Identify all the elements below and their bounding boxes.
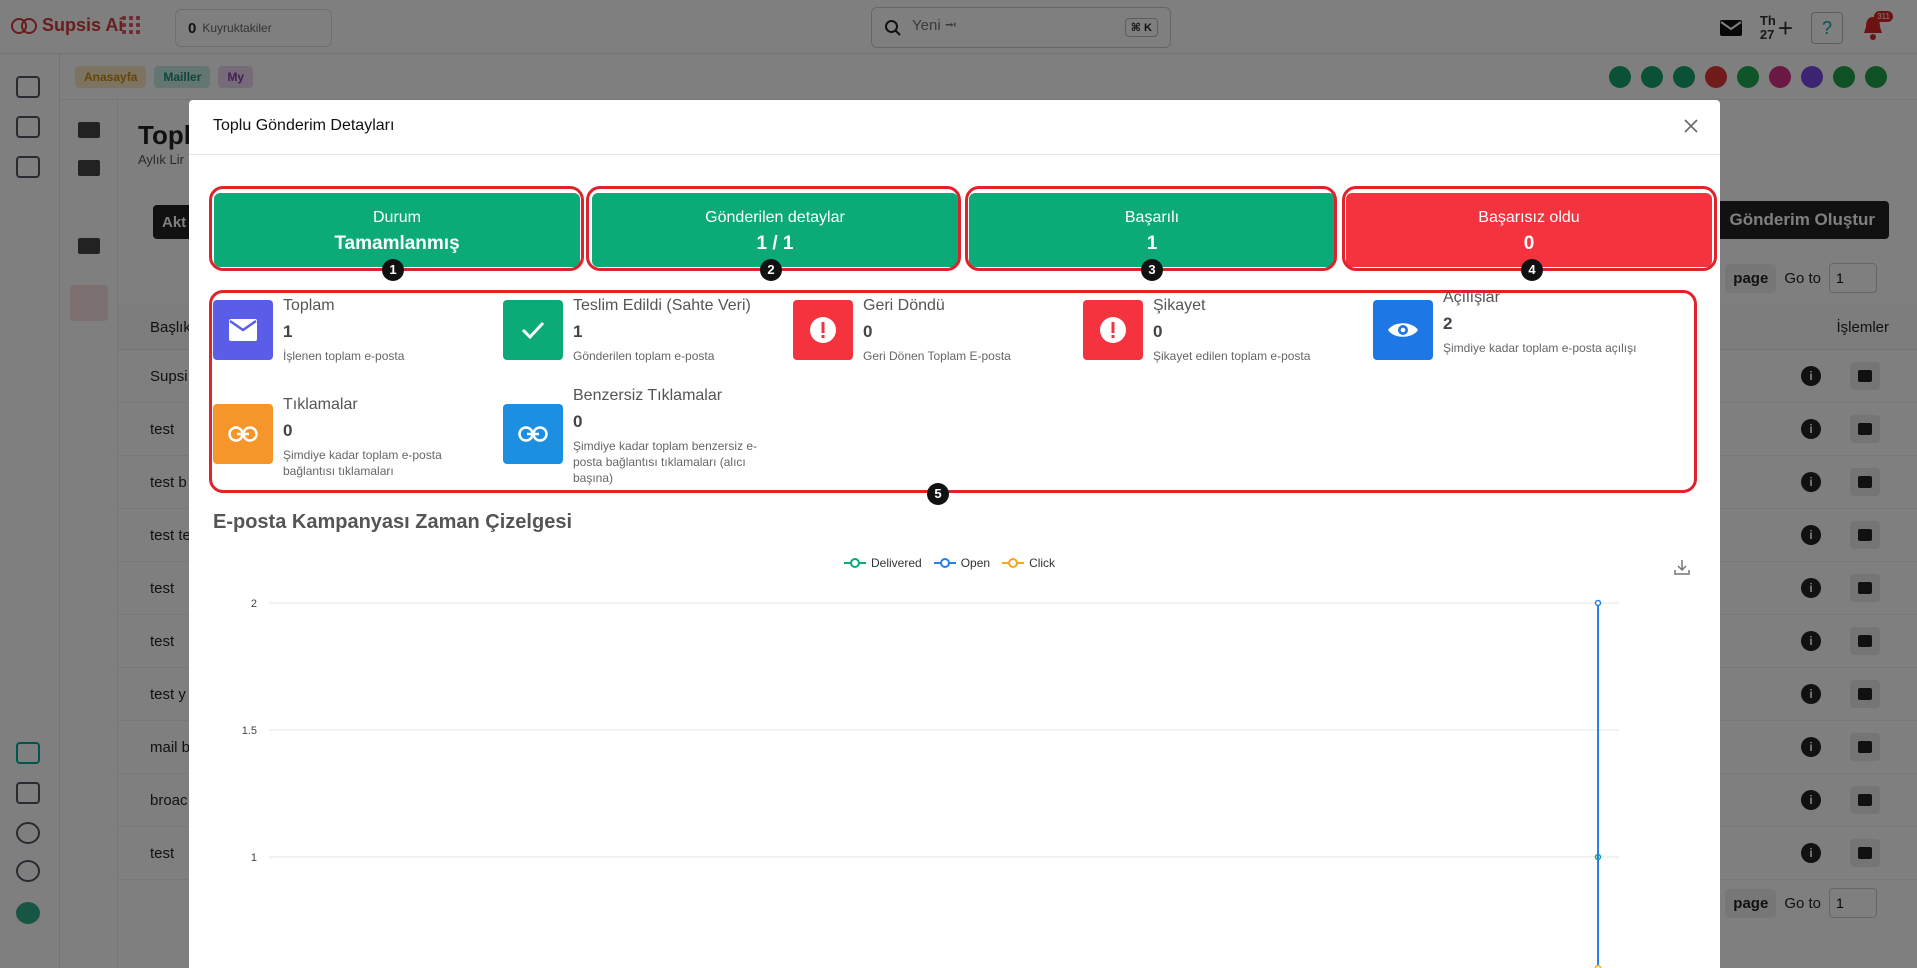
download-icon[interactable] — [1673, 558, 1691, 576]
y-tick-label: 1 — [251, 852, 257, 864]
legend-label: Open — [960, 556, 991, 570]
data-point-open[interactable] — [1594, 599, 1602, 607]
metric-delivered: Teslim Edildi (Sahte Veri) 1 Gönderilen … — [503, 297, 793, 375]
legend-item-delivered[interactable]: Delivered — [844, 556, 922, 570]
chart-legend: Delivered Open Click — [844, 556, 1055, 570]
close-icon[interactable] — [1680, 115, 1702, 137]
eye-icon — [1373, 300, 1433, 360]
chart-title: E-posta Kampanyası Zaman Çizelgesi — [213, 511, 573, 533]
alert-icon — [793, 300, 853, 360]
marker-3: 3 — [1141, 259, 1163, 281]
metric-opens: Açılışlar 2 Şimdiye kadar toplam e-posta… — [1373, 289, 1663, 375]
link-icon — [213, 404, 273, 464]
metric-desc: Şikayet edilen toplam e-posta — [1153, 349, 1311, 363]
metric-clicks: Tıklamalar 0 Şimdiye kadar toplam e-post… — [213, 396, 503, 479]
timeline-chart: 21.510.5 — [242, 598, 1619, 968]
alert-icon — [1083, 300, 1143, 360]
marker-2: 2 — [760, 259, 782, 281]
legend-item-click[interactable]: Click — [1002, 556, 1055, 570]
metric-title: Açılışlar — [1443, 289, 1500, 306]
legend-label: Delivered — [871, 556, 922, 570]
metric-value: 0 — [573, 412, 583, 431]
metric-desc: Şimdiye kadar toplam benzersiz e-posta b… — [573, 439, 758, 485]
marker-4: 4 — [1521, 259, 1543, 281]
metric-title: Benzersiz Tıklamalar — [573, 387, 723, 404]
legend-item-open[interactable]: Open — [933, 556, 991, 570]
metric-desc: Şimdiye kadar toplam e-posta açılışı — [1443, 341, 1637, 355]
modal-header: Toplu Gönderim Detayları — [189, 100, 1720, 155]
metric-desc: Gönderilen toplam e-posta — [573, 349, 715, 363]
metric-title: Geri Döndü — [863, 297, 945, 314]
link-icon — [503, 404, 563, 464]
metric-value: 0 — [283, 421, 293, 440]
highlight-box — [209, 186, 584, 271]
metric-desc: Şimdiye kadar toplam e-posta bağlantısı … — [283, 448, 442, 478]
highlight-box — [586, 186, 961, 271]
legend-label: Click — [1029, 556, 1056, 570]
metric-value: 0 — [1153, 322, 1163, 341]
metric-value: 1 — [573, 322, 583, 341]
metric-desc: İşlenen toplam e-posta — [283, 349, 405, 363]
y-tick-label: 1.5 — [242, 725, 257, 737]
marker-5: 5 — [927, 483, 949, 505]
metric-bounced: Geri Döndü 0 Geri Dönen Toplam E-posta — [793, 297, 1083, 375]
metric-title: Teslim Edildi (Sahte Veri) — [573, 297, 751, 314]
mail-icon — [213, 300, 273, 360]
modal-title: Toplu Gönderim Detayları — [213, 117, 395, 134]
metric-title: Toplam — [283, 297, 335, 314]
metric-title: Tıklamalar — [283, 396, 358, 413]
metric-value: 2 — [1443, 314, 1453, 333]
marker-1: 1 — [382, 259, 404, 281]
metric-value: 1 — [283, 322, 293, 341]
y-tick-label: 2 — [251, 598, 257, 610]
metric-complaint: Şikayet 0 Şikayet edilen toplam e-posta — [1083, 297, 1373, 375]
metric-title: Şikayet — [1153, 297, 1206, 314]
metric-unique-clicks: Benzersiz Tıklamalar 0 Şimdiye kadar top… — [503, 387, 793, 485]
metric-desc: Geri Dönen Toplam E-posta — [863, 349, 1011, 363]
check-icon — [503, 300, 563, 360]
metric-value: 0 — [863, 322, 873, 341]
broadcast-details-modal: Toplu Gönderim Detayları Durum Tamamlanm… — [189, 100, 1720, 968]
metric-total: Toplam 1 İşlenen toplam e-posta — [213, 297, 503, 375]
